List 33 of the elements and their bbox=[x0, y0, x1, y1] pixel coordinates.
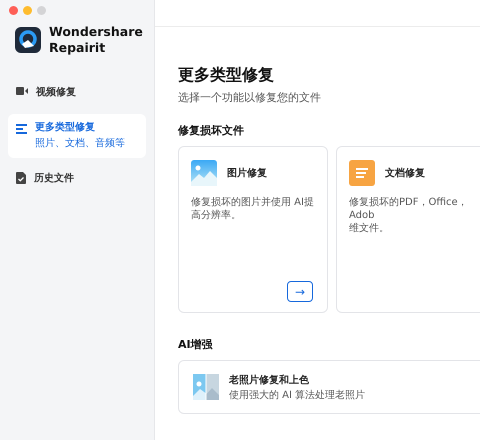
minimize-button[interactable] bbox=[23, 6, 32, 15]
list-icon bbox=[16, 124, 27, 134]
document-icon bbox=[349, 160, 375, 186]
feature-card[interactable]: 文档修复 修复损坏的PDF，Office，Adob 维文件。 bbox=[336, 146, 480, 313]
arrow-button[interactable]: → bbox=[287, 281, 313, 302]
card-description: 修复损坏的PDF，Office，Adob bbox=[349, 196, 469, 222]
app-name: Wondershare Repairit bbox=[49, 24, 143, 56]
sidebar-item-subtitle: 照片、文档、音频等 bbox=[35, 137, 125, 151]
card-description: 维文件。 bbox=[349, 222, 390, 235]
card-title: 图片修复 bbox=[227, 166, 267, 180]
card-description: 修复损坏的图片并使用 AI提高分辨率。 bbox=[191, 196, 315, 222]
card-title: 老照片修复和上色 bbox=[229, 374, 310, 386]
sidebar-item-label: 更多类型修复 bbox=[35, 121, 96, 135]
photo-comparison-icon bbox=[193, 374, 219, 400]
close-button[interactable] bbox=[9, 6, 18, 15]
sidebar-item[interactable]: 视频修复 bbox=[8, 80, 146, 106]
page-title: 更多类型修复 bbox=[178, 65, 275, 86]
card-description: 使用强大的 AI 算法处理老照片 bbox=[229, 388, 366, 402]
sidebar-item[interactable]: 历史文件 bbox=[8, 166, 146, 192]
page-subtitle: 选择一个功能以修复您的文件 bbox=[178, 90, 322, 105]
app-logo-icon bbox=[15, 27, 41, 53]
image-icon bbox=[191, 160, 217, 186]
feature-card[interactable]: 图片修复 修复损坏的图片并使用 AI提高分辨率。 → bbox=[178, 146, 328, 313]
document-check-icon bbox=[16, 172, 26, 184]
sidebar-item-label: 历史文件 bbox=[34, 172, 74, 186]
sidebar-item-label: 视频修复 bbox=[36, 86, 76, 100]
feature-card[interactable]: 老照片修复和上色 使用强大的 AI 算法处理老照片 bbox=[178, 360, 480, 414]
section-heading: AI增强 bbox=[178, 337, 214, 352]
card-title: 文档修复 bbox=[385, 166, 425, 180]
sidebar-item[interactable]: 更多类型修复 照片、文档、音频等 bbox=[8, 114, 146, 158]
video-camera-icon bbox=[16, 86, 28, 96]
section-heading: 修复损坏文件 bbox=[178, 123, 245, 138]
zoom-button[interactable] bbox=[37, 6, 46, 15]
